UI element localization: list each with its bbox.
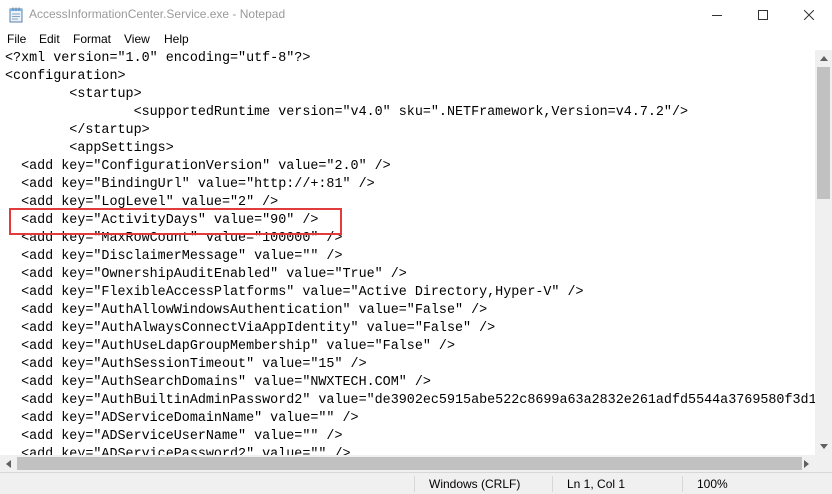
horizontal-scroll-thumb[interactable]: [17, 457, 802, 470]
horizontal-scrollbar[interactable]: [0, 455, 815, 472]
text-line: <add key="OwnershipAuditEnabled" value="…: [5, 267, 407, 282]
menu-format[interactable]: Format: [73, 32, 111, 46]
window-title: AccessInformationCenter.Service.exe - No…: [29, 7, 286, 21]
title-bar: AccessInformationCenter.Service.exe - No…: [0, 0, 832, 30]
maximize-button[interactable]: [740, 0, 786, 30]
text-line: <add key="AuthSessionTimeout" value="15"…: [5, 357, 367, 372]
text-line: <add key="AuthBuiltinAdminPassword2" val…: [5, 393, 815, 408]
vertical-scrollbar[interactable]: [815, 50, 832, 455]
scroll-left-arrow-icon[interactable]: [0, 455, 17, 472]
text-line: <add key="AuthUseLdapGroupMembership" va…: [5, 339, 455, 354]
text-line: <add key="DisclaimerMessage" value="" />: [5, 249, 343, 264]
menu-help[interactable]: Help: [164, 32, 189, 46]
text-line: <add key="ADServicePassword2" value="" /…: [5, 447, 351, 455]
text-line: <startup>: [5, 87, 142, 102]
text-line: <add key="AuthAllowWindowsAuthentication…: [5, 303, 488, 318]
status-divider: [414, 476, 415, 492]
status-divider: [552, 476, 553, 492]
status-bar: Windows (CRLF) Ln 1, Col 1 100%: [0, 472, 832, 494]
highlight-box: [9, 208, 342, 235]
text-line: <add key="FlexibleAccessPlatforms" value…: [5, 285, 584, 300]
scrollbar-corner: [815, 455, 832, 472]
scroll-down-arrow-icon[interactable]: [815, 438, 832, 455]
text-line: <add key="ADServiceUserName" value="" />: [5, 429, 343, 444]
text-line: <add key="ConfigurationVersion" value="2…: [5, 159, 391, 174]
status-divider: [682, 476, 683, 492]
text-editor[interactable]: <?xml version="1.0" encoding="utf-8"?> <…: [0, 50, 815, 455]
status-line-endings: Windows (CRLF): [429, 477, 521, 491]
text-line: <add key="BindingUrl" value="http://+:81…: [5, 177, 375, 192]
close-icon: [804, 10, 814, 20]
text-line: <supportedRuntime version="v4.0" sku=".N…: [5, 105, 689, 120]
vertical-scroll-thumb[interactable]: [817, 67, 830, 199]
menu-view[interactable]: View: [124, 32, 150, 46]
minimize-button[interactable]: [694, 0, 740, 30]
text-line: <add key="AuthAlwaysConnectViaAppIdentit…: [5, 321, 496, 336]
text-line: <add key="ADServiceDomainName" value="" …: [5, 411, 359, 426]
status-cursor-position: Ln 1, Col 1: [567, 477, 626, 491]
maximize-icon: [758, 10, 768, 20]
minimize-icon: [712, 10, 722, 20]
menu-edit[interactable]: Edit: [39, 32, 60, 46]
status-zoom: 100%: [697, 477, 728, 491]
text-line: <appSettings>: [5, 141, 174, 156]
notepad-icon: [9, 7, 23, 23]
scroll-up-arrow-icon[interactable]: [815, 50, 832, 67]
text-line: <configuration>: [5, 69, 126, 84]
text-line: <add key="AuthSearchDomains" value="NWXT…: [5, 375, 431, 390]
scroll-right-arrow-icon[interactable]: [798, 455, 815, 472]
menu-bar: File Edit Format View Help: [0, 30, 832, 50]
menu-file[interactable]: File: [7, 32, 26, 46]
text-line: <?xml version="1.0" encoding="utf-8"?>: [5, 51, 311, 66]
close-button[interactable]: [786, 0, 832, 30]
text-line: </startup>: [5, 123, 150, 138]
